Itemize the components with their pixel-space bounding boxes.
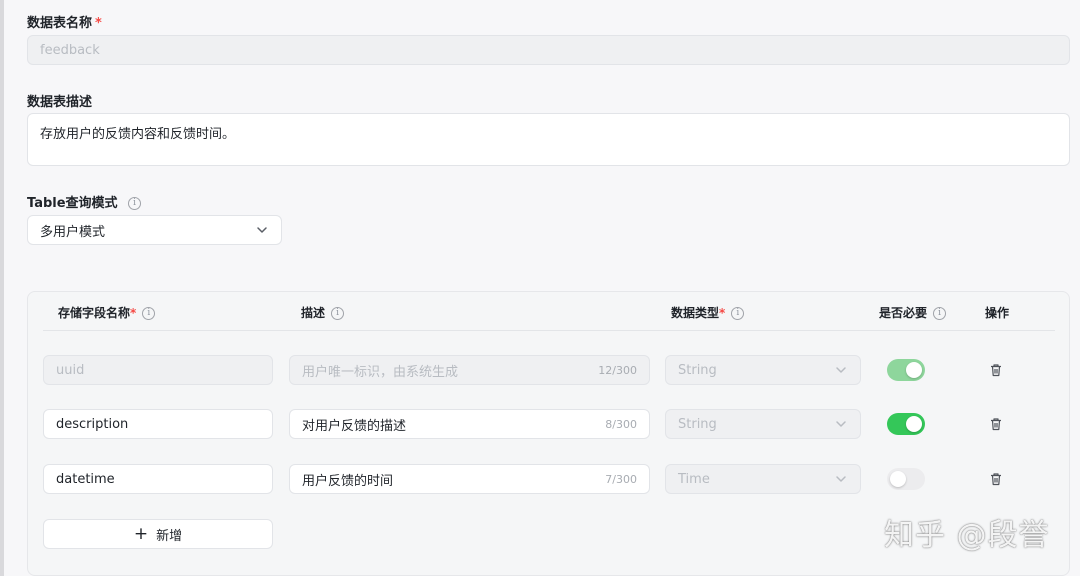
char-counter: 7/300: [605, 472, 637, 486]
char-counter: 12/300: [598, 363, 637, 377]
header-action: 操作: [985, 306, 1010, 320]
info-icon[interactable]: i: [331, 307, 345, 320]
field-desc-input[interactable]: 用户唯一标识，由系统生成 12/300: [289, 355, 650, 385]
char-counter: 8/300: [605, 417, 637, 431]
left-edge-strip: [0, 0, 4, 576]
data-type-select[interactable]: String: [665, 355, 861, 385]
add-field-button[interactable]: + 新增: [43, 519, 273, 549]
field-name-input[interactable]: uuid: [43, 355, 273, 385]
chevron-down-icon: [836, 476, 846, 482]
field-name-input[interactable]: datetime: [43, 464, 273, 494]
info-icon[interactable]: i: [142, 307, 156, 320]
table-desc-label: 数据表描述: [27, 95, 93, 110]
info-icon[interactable]: i: [933, 307, 947, 320]
trash-icon[interactable]: [989, 472, 1003, 486]
table-name-input[interactable]: feedback: [27, 35, 1070, 65]
query-mode-value: 多用户模式: [40, 224, 106, 240]
table-name-value: feedback: [40, 42, 100, 58]
chevron-down-icon: [836, 421, 846, 427]
trash-icon[interactable]: [989, 363, 1003, 377]
add-field-label: 新增: [156, 528, 183, 544]
table-desc-textarea[interactable]: 存放用户的反馈内容和反馈时间。: [27, 113, 1070, 166]
required-toggle[interactable]: [887, 359, 925, 381]
field-desc-input[interactable]: 对用户反馈的描述 8/300: [289, 409, 650, 439]
table-name-label: 数据表名称 *: [27, 16, 102, 31]
header-desc: 描述 i: [301, 304, 345, 321]
watermark: 知乎 @段誉: [884, 518, 1050, 553]
data-type-select[interactable]: String: [665, 409, 861, 439]
required-toggle[interactable]: [887, 413, 925, 435]
query-mode-label: Table查询模式 i: [27, 192, 142, 211]
trash-icon[interactable]: [989, 417, 1003, 431]
header-required: 是否必要 i: [879, 304, 947, 321]
table-desc-value: 存放用户的反馈内容和反馈时间。: [40, 127, 236, 142]
info-icon[interactable]: i: [128, 197, 142, 210]
data-type-select[interactable]: Time: [665, 464, 861, 494]
header-data-type: 数据类型* i: [671, 304, 745, 321]
info-icon[interactable]: i: [731, 307, 745, 320]
chevron-down-icon: [257, 227, 267, 233]
header-field-name: 存储字段名称* i: [58, 304, 156, 321]
plus-icon: +: [133, 523, 149, 544]
required-toggle[interactable]: [887, 468, 925, 490]
field-name-input[interactable]: description: [43, 409, 273, 439]
chevron-down-icon: [836, 367, 846, 373]
query-mode-select[interactable]: 多用户模式: [27, 215, 282, 245]
field-desc-input[interactable]: 用户反馈的时间 7/300: [289, 464, 650, 494]
header-divider: [43, 330, 1055, 331]
